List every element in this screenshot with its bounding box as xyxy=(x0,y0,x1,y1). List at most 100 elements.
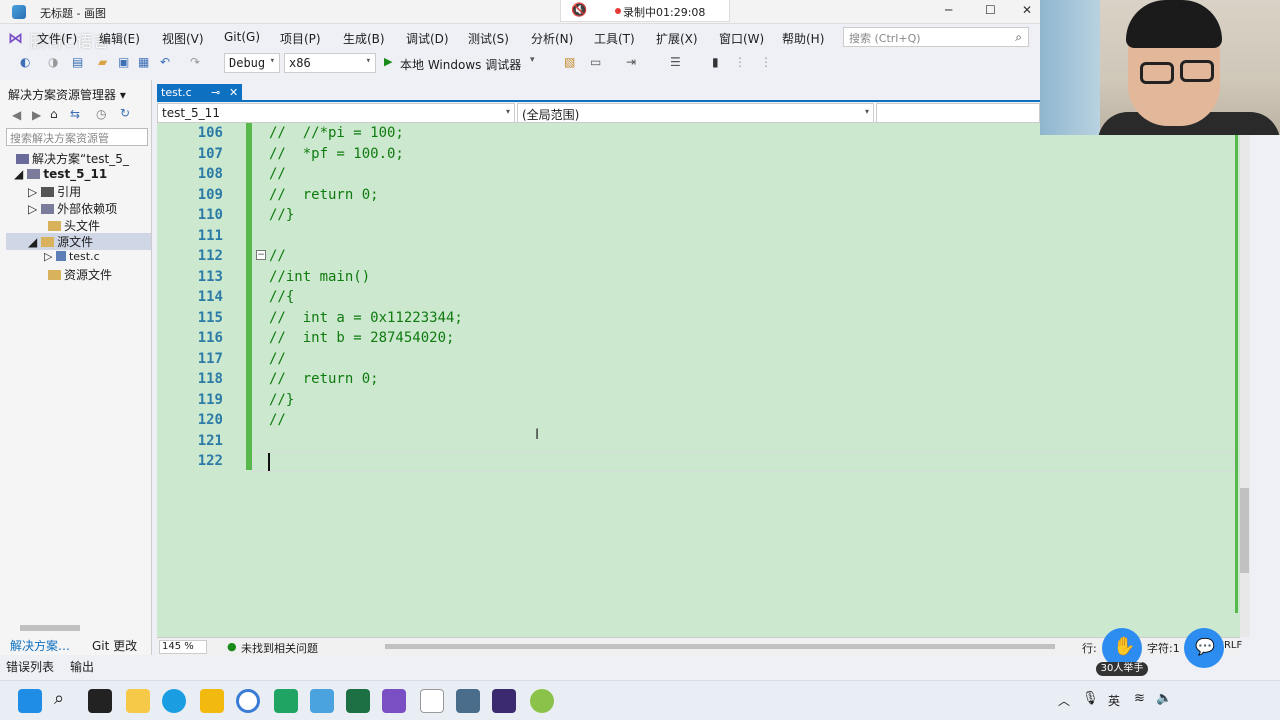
menu-extensions[interactable]: 扩展(X) xyxy=(656,30,698,47)
tree-item-header-files[interactable]: 头文件 xyxy=(48,217,100,234)
input-method[interactable]: 英 xyxy=(1108,692,1120,709)
tree-project[interactable]: ◢ test_5_11 xyxy=(14,167,107,181)
code-editor[interactable]: − 106 // //*pi = 100; 107 // *pf = 100.0; 10… xyxy=(157,123,1250,637)
minimize-icon[interactable]: ─ xyxy=(945,3,952,17)
code-line[interactable]: // //*pi = 100; xyxy=(269,125,404,141)
menu-file[interactable]: 文件(F) xyxy=(37,30,77,47)
menu-tools[interactable]: 工具(T) xyxy=(594,30,635,47)
file-explorer-icon[interactable] xyxy=(200,689,224,713)
calculator-icon[interactable] xyxy=(456,689,480,713)
tree-solution[interactable]: 解决方案“test_5_ xyxy=(16,150,129,167)
tab-error-list[interactable]: 错误列表 xyxy=(6,658,54,675)
code-line[interactable]: // return 0; xyxy=(269,371,379,387)
indent-icon[interactable]: ☰ xyxy=(670,55,681,69)
wifi-icon[interactable]: ≋ xyxy=(1134,691,1145,706)
refresh-icon[interactable]: ↻ xyxy=(120,106,130,120)
vertical-scrollbar[interactable] xyxy=(1240,123,1250,637)
visual-studio-icon[interactable] xyxy=(382,689,406,713)
menu-git[interactable]: Git(G) xyxy=(224,30,260,44)
tree-item-references[interactable]: ▷ 引用 xyxy=(28,183,81,200)
tree-item-source-files[interactable]: ◢ 源文件 xyxy=(6,233,151,250)
next-bookmark-icon[interactable]: ⋮ xyxy=(760,55,772,69)
tab-git-changes[interactable]: Git 更改 xyxy=(92,637,137,654)
prev-bookmark-icon[interactable]: ⋮ xyxy=(734,55,746,69)
tray-chevron-up-icon[interactable]: ︿ xyxy=(1058,692,1070,709)
undo-icon[interactable]: ↶ xyxy=(160,55,170,69)
menu-build[interactable]: 生成(B) xyxy=(343,30,385,47)
tree-item-resource-files[interactable]: 资源文件 xyxy=(48,266,112,283)
save-icon[interactable]: ▣ xyxy=(118,55,129,69)
notes-app-icon[interactable] xyxy=(126,689,150,713)
sync-icon[interactable]: ⇆ xyxy=(70,107,80,121)
menu-help[interactable]: 帮助(H) xyxy=(782,30,824,47)
windows-start-icon[interactable] xyxy=(18,689,42,713)
code-line[interactable]: // xyxy=(269,248,286,264)
code-line[interactable]: // int a = 0x11223344; xyxy=(269,310,463,326)
attach-icon[interactable]: ▧ xyxy=(564,55,575,69)
step-icon[interactable]: ⇥ xyxy=(626,55,636,69)
code-line[interactable]: //} xyxy=(269,207,294,223)
project-dropdown[interactable]: test_5_11 ▾ xyxy=(157,103,515,123)
solution-explorer-header[interactable]: 解决方案资源管理器 ▾ xyxy=(0,84,152,104)
tree-item-external-dependencies[interactable]: ▷ 外部依赖项 xyxy=(28,200,117,217)
member-dropdown[interactable] xyxy=(876,103,1040,123)
platform-dropdown[interactable]: x86 ▾ xyxy=(284,53,376,73)
tab-test-c[interactable]: test.c ⊸ ✕ xyxy=(157,84,242,102)
excel-icon[interactable] xyxy=(346,689,370,713)
tab-output[interactable]: 输出 xyxy=(70,658,94,675)
save-all-icon[interactable]: ▦ xyxy=(138,55,149,69)
tree-item-test-c[interactable]: ▷ test.c xyxy=(44,250,100,263)
vs-search-box[interactable]: 搜索 (Ctrl+Q) ⌕ xyxy=(843,27,1029,47)
menu-edit[interactable]: 编辑(E) xyxy=(99,30,140,47)
code-line[interactable]: //int main() xyxy=(269,269,370,285)
home-icon[interactable]: ⌂ xyxy=(50,107,58,121)
scope-dropdown[interactable]: (全局范围) ▾ xyxy=(517,103,874,123)
collapse-region-icon[interactable]: − xyxy=(256,250,266,260)
issues-status[interactable]: 未找到相关问题 xyxy=(241,640,318,656)
pdf-app-icon[interactable] xyxy=(274,689,298,713)
mute-speaker-icon[interactable]: 🔇 xyxy=(571,3,587,18)
microphone-icon[interactable]: 🎙 xyxy=(1082,691,1099,706)
code-line[interactable]: //{ xyxy=(269,289,294,305)
solution-search-input[interactable]: 搜索解决方案资源管 xyxy=(6,128,148,146)
code-line[interactable]: // xyxy=(269,166,286,182)
code-line[interactable]: //} xyxy=(269,392,294,408)
scrollbar-thumb[interactable] xyxy=(1240,488,1249,573)
chevron-down-icon[interactable]: ▾ xyxy=(120,88,126,102)
code-line[interactable]: // xyxy=(269,412,286,428)
recording-indicator[interactable]: 🔇 录制中01:29:08 xyxy=(560,0,730,22)
horizontal-scrollbar[interactable] xyxy=(385,644,1055,649)
pin-icon[interactable]: ⊸ xyxy=(211,86,220,99)
bookmark-icon[interactable]: ▮ xyxy=(712,55,719,69)
app-icon[interactable] xyxy=(236,689,260,713)
forward-icon[interactable]: ▶ xyxy=(32,108,41,122)
menu-project[interactable]: 项目(P) xyxy=(280,30,321,47)
open-folder-icon[interactable]: ▰ xyxy=(98,55,107,69)
new-file-icon[interactable]: ▤ xyxy=(72,55,83,69)
terminal-icon[interactable] xyxy=(492,689,516,713)
code-line[interactable]: // int b = 287454020; xyxy=(269,330,454,346)
menu-analyze[interactable]: 分析(N) xyxy=(531,30,573,47)
pending-changes-icon[interactable]: ◷ xyxy=(96,107,106,121)
menu-view[interactable]: 视图(V) xyxy=(162,30,204,47)
code-line[interactable]: // *pf = 100.0; xyxy=(269,146,404,162)
close-icon[interactable]: ✕ xyxy=(1022,3,1032,17)
paint-app-icon[interactable] xyxy=(310,689,334,713)
chat-button[interactable]: 💬 xyxy=(1184,628,1224,668)
typora-icon[interactable] xyxy=(420,689,444,713)
edge-browser-icon[interactable] xyxy=(162,689,186,713)
redo-icon[interactable]: ↷ xyxy=(190,55,200,69)
task-view-icon[interactable] xyxy=(88,689,112,713)
tab-solution-explorer[interactable]: 解决方案… xyxy=(10,637,70,654)
close-tab-icon[interactable]: ✕ xyxy=(229,86,238,99)
menu-test[interactable]: 测试(S) xyxy=(468,30,509,47)
volume-icon[interactable]: 🔈 xyxy=(1156,691,1172,706)
search-icon[interactable]: ⌕ xyxy=(54,688,64,709)
chevron-down-icon[interactable]: ▾ xyxy=(530,55,535,65)
code-line[interactable]: // xyxy=(269,351,286,367)
screen-icon[interactable]: ▭ xyxy=(590,55,601,69)
menu-window[interactable]: 窗口(W) xyxy=(719,30,764,47)
code-line[interactable]: // return 0; xyxy=(269,187,379,203)
horizontal-scrollbar[interactable] xyxy=(20,625,80,631)
maximize-icon[interactable]: ☐ xyxy=(985,3,996,17)
